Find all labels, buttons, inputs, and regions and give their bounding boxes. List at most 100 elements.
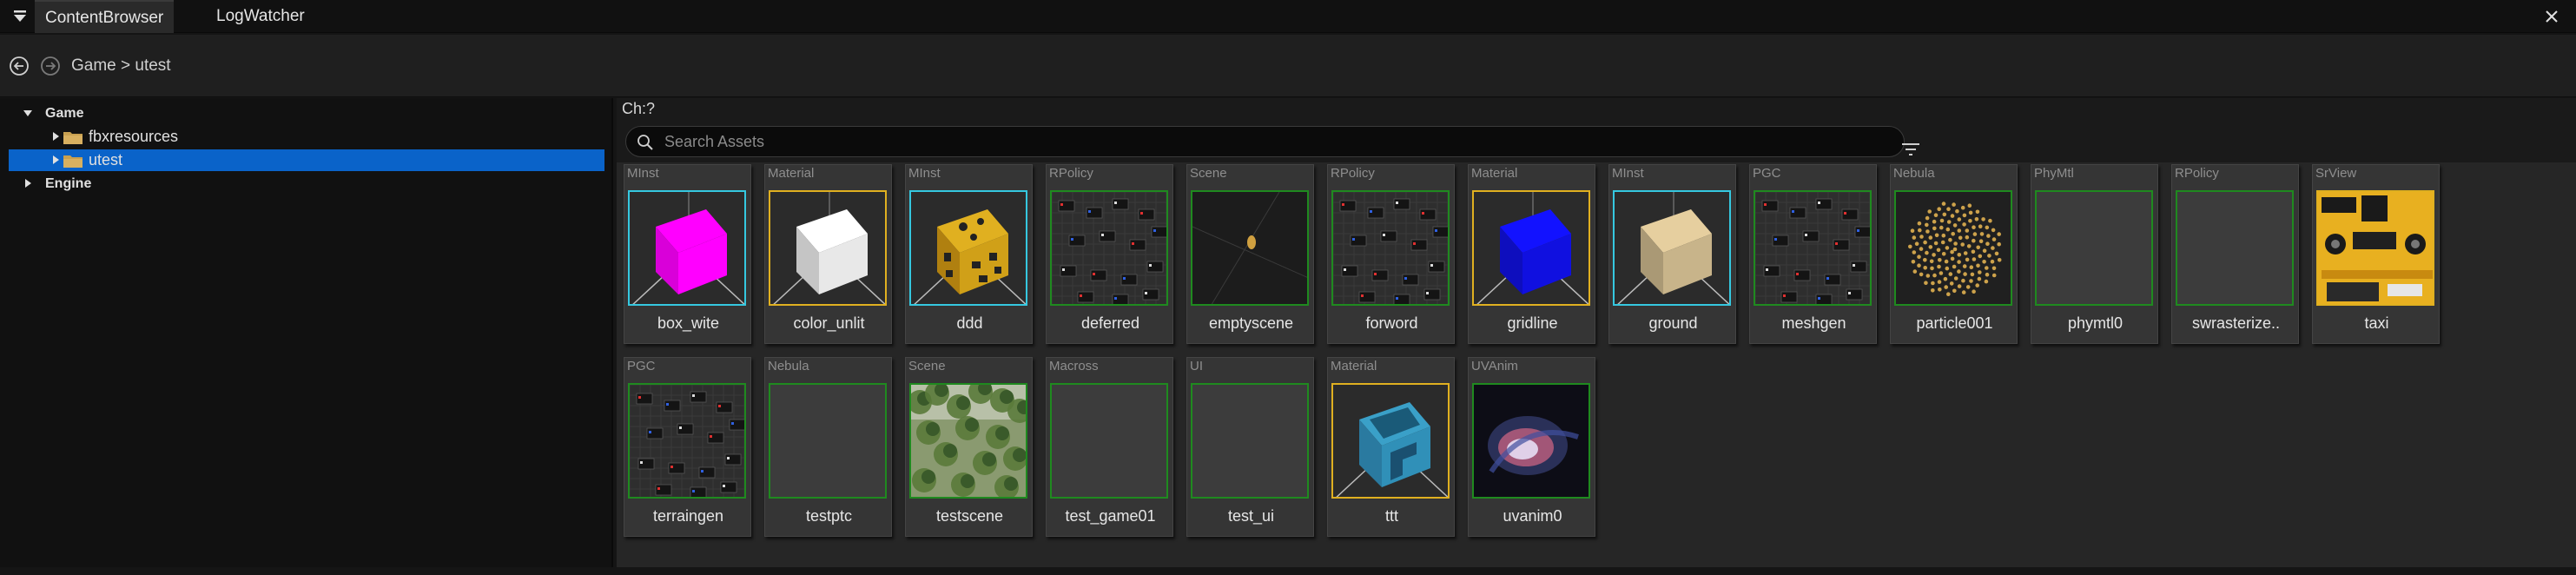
- asset-type-label: RPolicy: [1049, 166, 1093, 181]
- asset-name-label: particle001: [1916, 314, 1993, 332]
- asset-tile-testscene[interactable]: Scene testscene: [905, 357, 1033, 537]
- channel-label: Ch:?: [622, 100, 656, 117]
- asset-type-label: PhyMtl: [2034, 166, 2074, 181]
- tab-log-watcher[interactable]: LogWatcher: [206, 0, 315, 33]
- asset-thumbnail: [769, 190, 887, 306]
- folder-icon: [63, 153, 83, 169]
- asset-tile-test-game01[interactable]: Macross test_game01: [1046, 357, 1173, 537]
- asset-name-label: testptc: [805, 507, 853, 525]
- asset-thumbnail: [1613, 190, 1731, 306]
- tree-item-label: utest: [89, 151, 123, 169]
- asset-type-label: Nebula: [1893, 166, 1935, 181]
- asset-name-label: test_game01: [1065, 507, 1156, 525]
- asset-tile-ground[interactable]: MInst ground: [1608, 164, 1736, 344]
- asset-thumbnail: [2176, 190, 2294, 306]
- asset-name-label: deferred: [1080, 314, 1140, 332]
- asset-thumbnail: [1050, 190, 1168, 306]
- close-icon[interactable]: [2540, 4, 2564, 29]
- search-box[interactable]: [625, 126, 1905, 157]
- asset-type-label: PGC: [627, 359, 656, 373]
- asset-type-label: UVAnim: [1471, 359, 1518, 373]
- asset-type-label: Material: [768, 166, 815, 181]
- asset-name-label: phymtl0: [2067, 314, 2124, 332]
- collapsed-arrow-icon[interactable]: [21, 175, 36, 192]
- asset-grid: MInst box_wite Material color_unlit MInst …: [617, 162, 2576, 567]
- asset-thumbnail: [1472, 190, 1590, 306]
- asset-tile-uvanim0[interactable]: UVAnim uvanim0: [1468, 357, 1595, 537]
- asset-thumbnail: [628, 190, 746, 306]
- menu-dropdown-icon[interactable]: [9, 3, 33, 30]
- asset-tile-ddd[interactable]: MInst ddd: [905, 164, 1033, 344]
- asset-type-label: Material: [1331, 359, 1377, 373]
- search-icon: [637, 134, 654, 151]
- asset-thumbnail: [2035, 190, 2153, 306]
- asset-name-label: color_unlit: [793, 314, 865, 332]
- filter-icon[interactable]: [1899, 138, 1923, 161]
- asset-tile-testptc[interactable]: Nebula testptc: [764, 357, 892, 537]
- asset-tile-forword[interactable]: RPolicy forword: [1327, 164, 1455, 344]
- asset-tile-gridline[interactable]: Material gridline: [1468, 164, 1595, 344]
- asset-type-label: RPolicy: [1331, 166, 1375, 181]
- asset-tile-color-unlit[interactable]: Material color_unlit: [764, 164, 892, 344]
- asset-name-label: uvanim0: [1503, 507, 1562, 525]
- asset-tile-taxi[interactable]: SrView taxi: [2312, 164, 2440, 344]
- asset-thumbnail: [1331, 383, 1450, 499]
- asset-type-label: Scene: [1190, 166, 1227, 181]
- tab-bar: ContentBrowser LogWatcher: [0, 0, 2576, 33]
- asset-thumbnail: [2316, 190, 2434, 306]
- asset-type-label: Scene: [908, 359, 946, 373]
- asset-thumbnail: [909, 190, 1027, 306]
- asset-type-label: SrView: [2315, 166, 2357, 181]
- asset-name-label: ground: [1648, 314, 1698, 332]
- folder-tree: Game fbxresources utest Engine: [0, 98, 613, 567]
- forward-arrow-icon[interactable]: [39, 55, 62, 77]
- back-arrow-icon[interactable]: [8, 55, 30, 77]
- asset-thumbnail: [1191, 383, 1309, 499]
- asset-type-label: MInst: [1612, 166, 1644, 181]
- asset-tile-terraingen[interactable]: PGC terraingen: [624, 357, 751, 537]
- tree-item-label: Game: [45, 106, 84, 121]
- asset-type-label: PGC: [1753, 166, 1781, 181]
- asset-tile-deferred[interactable]: RPolicy deferred: [1046, 164, 1173, 344]
- tree-item-utest[interactable]: utest: [9, 149, 604, 171]
- expanded-arrow-icon[interactable]: [21, 104, 36, 122]
- folder-icon: [63, 129, 83, 145]
- asset-thumbnail: [628, 383, 746, 499]
- asset-name-label: ddd: [956, 314, 983, 332]
- asset-tile-particle001[interactable]: Nebula particle001: [1890, 164, 2018, 344]
- asset-thumbnail: [1331, 190, 1450, 306]
- asset-thumbnail: [1754, 190, 1872, 306]
- asset-tile-phymtl0[interactable]: PhyMtl phymtl0: [2031, 164, 2158, 344]
- asset-type-label: Material: [1471, 166, 1518, 181]
- asset-thumbnail: [909, 383, 1027, 499]
- asset-type-label: Nebula: [768, 359, 809, 373]
- asset-name-label: testscene: [935, 507, 1004, 525]
- asset-name-label: meshgen: [1781, 314, 1846, 332]
- asset-thumbnail: [1050, 383, 1168, 499]
- asset-type-label: UI: [1190, 359, 1203, 373]
- breadcrumb[interactable]: Game > utest: [71, 55, 171, 77]
- tree-item-label: Engine: [45, 176, 92, 191]
- tree-item-fbxresources[interactable]: fbxresources: [9, 126, 604, 148]
- asset-tile-swrasterize[interactable]: RPolicy swrasterize..: [2171, 164, 2299, 344]
- asset-thumbnail: [769, 383, 887, 499]
- asset-tile-meshgen[interactable]: PGC meshgen: [1749, 164, 1877, 344]
- asset-type-label: Macross: [1049, 359, 1099, 373]
- asset-thumbnail: [1472, 383, 1590, 499]
- tree-item-engine[interactable]: Engine: [9, 173, 604, 195]
- tree-item-game[interactable]: Game: [9, 102, 604, 124]
- asset-name-label: box_wite: [657, 314, 720, 332]
- asset-tile-emptyscene[interactable]: Scene emptyscene: [1186, 164, 1314, 344]
- asset-tile-box-wite[interactable]: MInst box_wite: [624, 164, 751, 344]
- asset-name-label: gridline: [1507, 314, 1558, 332]
- search-input[interactable]: [664, 127, 1880, 156]
- asset-thumbnail: [1894, 190, 2012, 306]
- asset-name-label: emptyscene: [1208, 314, 1294, 332]
- asset-tile-ttt[interactable]: Material ttt: [1327, 357, 1455, 537]
- asset-tile-test-ui[interactable]: UI test_ui: [1186, 357, 1314, 537]
- tree-item-label: fbxresources: [89, 128, 179, 145]
- tab-content-browser[interactable]: ContentBrowser: [35, 0, 175, 33]
- asset-name-label: forword: [1365, 314, 1418, 332]
- navigation-bar: Game > utest: [0, 35, 2576, 97]
- asset-name-label: ttt: [1384, 507, 1398, 525]
